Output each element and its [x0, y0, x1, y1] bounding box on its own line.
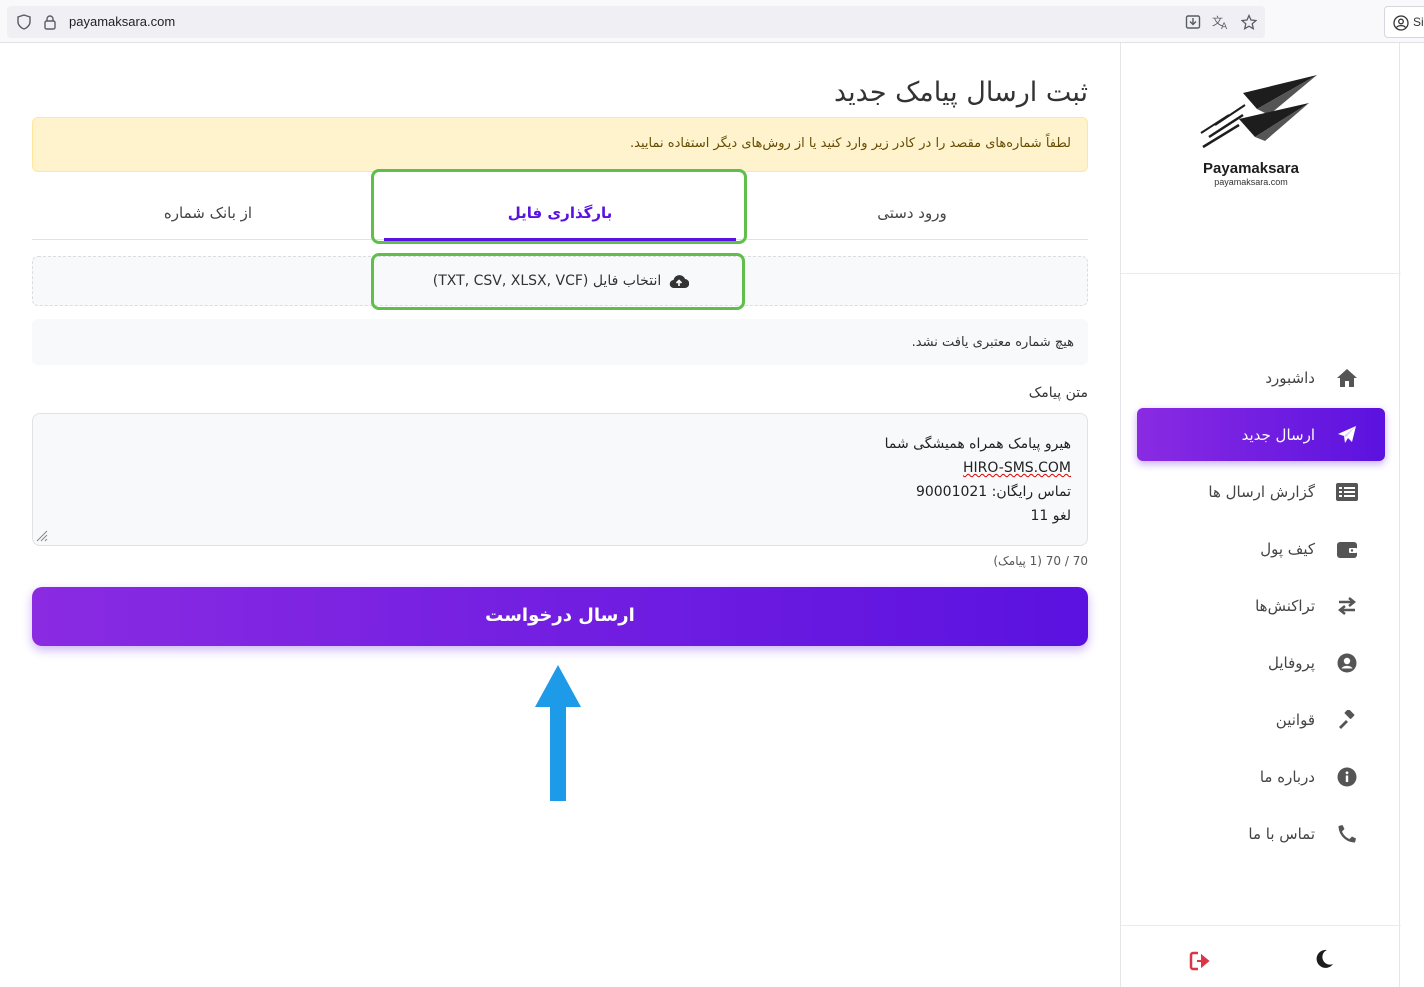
page-title: ثبت ارسال پیامک جدید	[834, 77, 1088, 108]
sidebar-item-label: گزارش ارسال ها	[1208, 482, 1315, 501]
list-icon	[1335, 480, 1359, 504]
account-chip-label: Si	[1413, 15, 1424, 29]
number-status: هیچ شماره معتبری یافت نشد.	[32, 319, 1088, 365]
exchange-icon	[1335, 594, 1359, 618]
sidebar-item-label: کیف پول	[1260, 539, 1315, 558]
tab-number-bank[interactable]: از بانک شماره	[32, 184, 384, 240]
sidebar-item-profile[interactable]: پروفایل	[1137, 636, 1385, 689]
paper-plane-icon	[1335, 423, 1359, 447]
message-line: HIRO-SMS.COM	[962, 460, 1071, 476]
message-line: لغو 11	[1030, 508, 1071, 524]
highlight-box-tab	[371, 169, 747, 244]
sidebar-item-contact[interactable]: تماس با ما	[1137, 807, 1385, 860]
translate-icon[interactable]: 文A	[1212, 13, 1230, 31]
sidebar-nav: داشبورد ارسال جدید گزارش ارسال ها کیف پو…	[1137, 351, 1385, 864]
wallet-icon	[1335, 537, 1359, 561]
sidebar-item-label: تراکنش‌ها	[1255, 596, 1315, 615]
moon-icon[interactable]	[1313, 948, 1335, 970]
sidebar: Payamaksara payamaksara.com داشبورد ارسا…	[1120, 43, 1401, 987]
message-line: هیرو پیامک همراه همیشگی شما	[884, 436, 1071, 452]
account-icon	[1393, 15, 1409, 31]
char-counter: 70 / 70 (1 پیامک)	[993, 554, 1088, 568]
browser-toolbar: payamaksara.com 文A Si	[0, 0, 1424, 43]
tab-manual-entry[interactable]: ورود دستی	[736, 184, 1088, 240]
sidebar-item-label: پروفایل	[1268, 653, 1315, 672]
account-chip[interactable]: Si	[1384, 6, 1424, 38]
sidebar-item-wallet[interactable]: کیف پول	[1137, 522, 1385, 575]
submit-request-button[interactable]: ارسال درخواست	[32, 587, 1088, 646]
sidebar-item-label: داشبورد	[1265, 368, 1315, 387]
sidebar-item-rules[interactable]: قوانین	[1137, 693, 1385, 746]
sidebar-footer	[1121, 925, 1401, 987]
sidebar-item-new-send[interactable]: ارسال جدید	[1137, 408, 1385, 461]
logo-subtitle: payamaksara.com	[1214, 177, 1288, 187]
message-label: متن پیامک	[1028, 385, 1088, 401]
svg-text:A: A	[1221, 22, 1228, 30]
sidebar-item-label: درباره ما	[1259, 767, 1315, 786]
paper-planes-logo-icon	[1200, 75, 1317, 149]
sidebar-item-transactions[interactable]: تراکنش‌ها	[1137, 579, 1385, 632]
bookmark-star-icon[interactable]	[1240, 13, 1258, 31]
resize-handle-icon[interactable]	[35, 529, 49, 543]
download-icon[interactable]	[1184, 13, 1202, 31]
alert-message: لطفاً شماره‌های مقصد را در کادر زیر وارد…	[32, 117, 1088, 172]
sidebar-item-about[interactable]: درباره ما	[1137, 750, 1385, 803]
highlight-box-file	[371, 253, 745, 310]
gavel-icon	[1335, 708, 1359, 732]
annotation-arrow-icon	[535, 665, 581, 801]
sidebar-item-label: قوانین	[1275, 710, 1315, 729]
url-text[interactable]: payamaksara.com	[69, 14, 175, 29]
phone-icon	[1335, 822, 1359, 846]
site-info-icon[interactable]	[15, 13, 33, 31]
home-icon	[1335, 366, 1359, 390]
sidebar-item-label: ارسال جدید	[1241, 425, 1315, 444]
user-circle-icon	[1335, 651, 1359, 675]
logo-name: Payamaksara	[1203, 160, 1299, 177]
address-bar[interactable]: payamaksara.com 文A	[7, 6, 1265, 38]
lock-icon[interactable]	[41, 13, 59, 31]
logo[interactable]: Payamaksara payamaksara.com	[1121, 43, 1401, 274]
info-icon	[1335, 765, 1359, 789]
logout-icon[interactable]	[1189, 950, 1211, 972]
sidebar-item-reports[interactable]: گزارش ارسال ها	[1137, 465, 1385, 518]
message-textarea[interactable]: هیرو پیامک همراه همیشگی شما HIRO-SMS.COM…	[32, 413, 1088, 546]
sidebar-item-label: تماس با ما	[1248, 824, 1315, 843]
sidebar-item-dashboard[interactable]: داشبورد	[1137, 351, 1385, 404]
message-line: تماس رایگان: 90001021	[915, 484, 1071, 500]
